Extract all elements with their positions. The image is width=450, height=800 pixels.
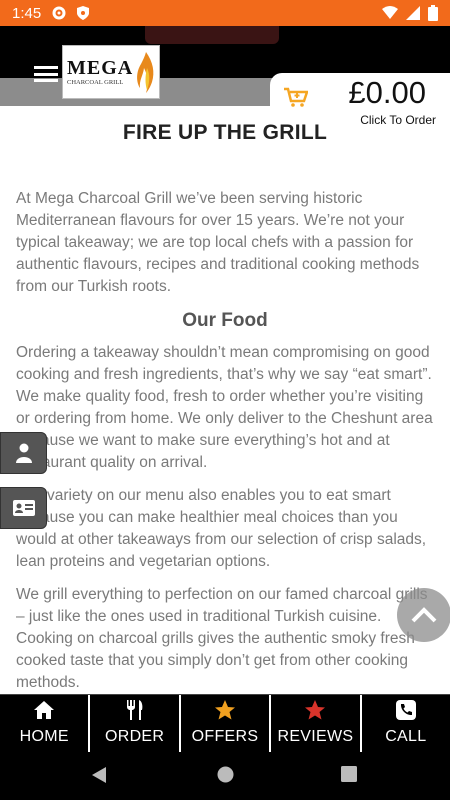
system-nav-bar (0, 752, 450, 800)
wifi-icon (382, 6, 398, 19)
scroll-top-button[interactable] (397, 588, 450, 642)
status-time: 1:45 (12, 4, 42, 22)
settings-icon (52, 6, 66, 20)
home-icon (34, 701, 55, 719)
battery-icon (428, 5, 438, 21)
nav-reviews[interactable]: REVIEWS (271, 695, 362, 752)
food-paragraph-2: The variety on our menu also enables you… (16, 487, 427, 570)
app-header: MEGA CHARCOAL GRILL £0.00 Click To Order (0, 26, 450, 127)
logo-title: MEGA (67, 56, 134, 79)
contact-card-tab[interactable] (0, 487, 47, 529)
nav-order[interactable]: ORDER (90, 695, 181, 752)
recents-icon[interactable] (341, 766, 357, 782)
nav-order-label: ORDER (104, 728, 165, 745)
nav-reviews-label: REVIEWS (277, 728, 354, 745)
nav-call[interactable]: CALL (362, 695, 450, 752)
nav-home-label: HOME (19, 728, 69, 745)
contact-card-icon (12, 500, 35, 516)
section-title: Our Food (182, 310, 268, 331)
nav-offers[interactable]: OFFERS (181, 695, 272, 752)
status-bar: 1:45 (0, 0, 450, 26)
cart-icon (284, 87, 308, 107)
shield-icon (77, 6, 90, 20)
home-circle-icon[interactable] (217, 766, 234, 783)
signal-icon (406, 6, 420, 20)
main-content: FIRE UP THE GRILL At Mega Charcoal Grill… (0, 106, 450, 694)
header-tab (145, 26, 279, 44)
flame-icon (137, 52, 154, 93)
page-title: FIRE UP THE GRILL (122, 121, 328, 144)
intro-paragraph: At Mega Charcoal Grill we’ve been servin… (16, 190, 420, 295)
logo[interactable]: MEGA CHARCOAL GRILL (62, 45, 160, 99)
menu-icon[interactable] (34, 66, 58, 82)
star-icon (305, 700, 326, 720)
nav-call-label: CALL (385, 728, 427, 745)
food-paragraph-1: Ordering a takeaway shouldn’t mean compr… (16, 344, 433, 471)
star-icon (215, 700, 236, 720)
logo-subtitle: CHARCOAL GRILL (67, 78, 124, 86)
back-icon[interactable] (90, 766, 108, 784)
food-paragraph-3: We grill everything to perfection on our… (16, 586, 428, 691)
chevron-up-icon (411, 607, 437, 623)
nav-offers-label: OFFERS (191, 728, 259, 745)
fork-knife-icon (126, 700, 142, 720)
phone-icon (395, 700, 416, 720)
user-icon (15, 443, 32, 463)
account-tab[interactable] (0, 432, 47, 474)
nav-home[interactable]: HOME (0, 695, 91, 752)
bottom-nav: HOME ORDER OFFERS REVIEWS CALL (0, 694, 450, 752)
